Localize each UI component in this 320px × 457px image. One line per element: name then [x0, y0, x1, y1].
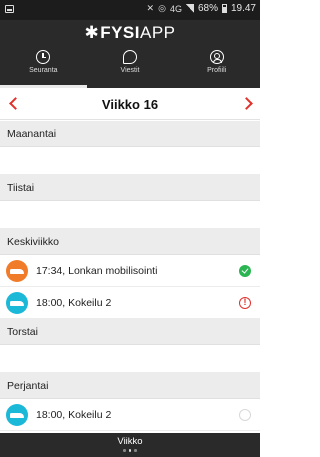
exercise-entry-text: 17:34, Lonkan mobilisointi: [36, 265, 158, 277]
mute-icon: ✕: [146, 3, 155, 13]
app-logo: ✱FYSIAPP: [84, 23, 176, 42]
exercise-entry-text: 18:00, Kokeilu 2: [36, 297, 112, 309]
exercise-entry[interactable]: 17:34, Lonkan mobilisointi: [0, 255, 260, 287]
day-header-maanantai: Maanantai: [0, 121, 260, 147]
pending-circle-icon: [239, 409, 251, 421]
tab-label: Viestit: [120, 67, 140, 74]
tab-label: Seuranta: [29, 67, 58, 74]
profile-icon: [209, 50, 224, 64]
week-title: Viikko 16: [101, 97, 159, 112]
page-indicator: [0, 449, 260, 452]
day-header-tiistai: Tiistai: [0, 175, 260, 201]
empty-day-row: [0, 147, 260, 175]
tab-profiili[interactable]: Profiili: [173, 48, 260, 88]
exercise-entry[interactable]: 18:00, Kokeilu 2: [0, 399, 260, 431]
signal-icon: [185, 4, 194, 13]
view-label: Viikko: [117, 436, 143, 447]
empty-day-row: [0, 345, 260, 373]
shoe-avatar-icon: [6, 404, 28, 426]
status-bar: ✕ ◎ 4G 68% 19.47: [0, 0, 260, 20]
tab-seuranta[interactable]: Seuranta: [0, 48, 87, 88]
page-dot: [134, 449, 137, 452]
status-indicators: ✕ ◎ 4G 68% 19.47: [147, 3, 256, 14]
empty-day-row: [0, 201, 260, 229]
chat-bubble-icon: [123, 50, 137, 64]
week-schedule: Maanantai Tiistai Keskiviikko 17:34, Lon…: [0, 121, 260, 433]
warning-icon: [239, 297, 251, 309]
network-type: 4G: [169, 3, 182, 14]
shoe-avatar-icon: [6, 292, 28, 314]
page-dot-active: [128, 449, 132, 452]
logo-star-icon: ✱: [84, 23, 100, 42]
done-check-icon: [239, 265, 251, 277]
day-header-perjantai: Perjantai: [0, 373, 260, 399]
app-header: ✱FYSIAPP Seuranta Viestit Profiili: [0, 20, 260, 88]
clock-icon: [36, 50, 51, 64]
next-week-chevron-icon[interactable]: [242, 97, 252, 109]
week-navigator: Viikko 16: [0, 88, 260, 120]
tab-viestit[interactable]: Viestit: [87, 48, 174, 88]
battery-percent: 68%: [197, 3, 218, 14]
alarm-icon: ◎: [158, 3, 166, 13]
clock-time: 19.47: [230, 3, 256, 14]
exercise-entry[interactable]: 18:00, Kokeilu 2: [0, 287, 260, 319]
tab-label: Profiili: [207, 67, 227, 74]
battery-icon: [221, 4, 227, 13]
day-header-torstai: Torstai: [0, 319, 260, 345]
page-dot: [123, 449, 126, 452]
tab-bar: Seuranta Viestit Profiili: [0, 48, 260, 88]
shoe-avatar-icon: [6, 260, 28, 282]
bottom-view-switcher[interactable]: Viikko: [0, 433, 260, 457]
exercise-entry-text: 18:00, Kokeilu 2: [36, 409, 112, 421]
notification-icon: [5, 5, 14, 13]
day-header-keskiviikko: Keskiviikko: [0, 229, 260, 255]
